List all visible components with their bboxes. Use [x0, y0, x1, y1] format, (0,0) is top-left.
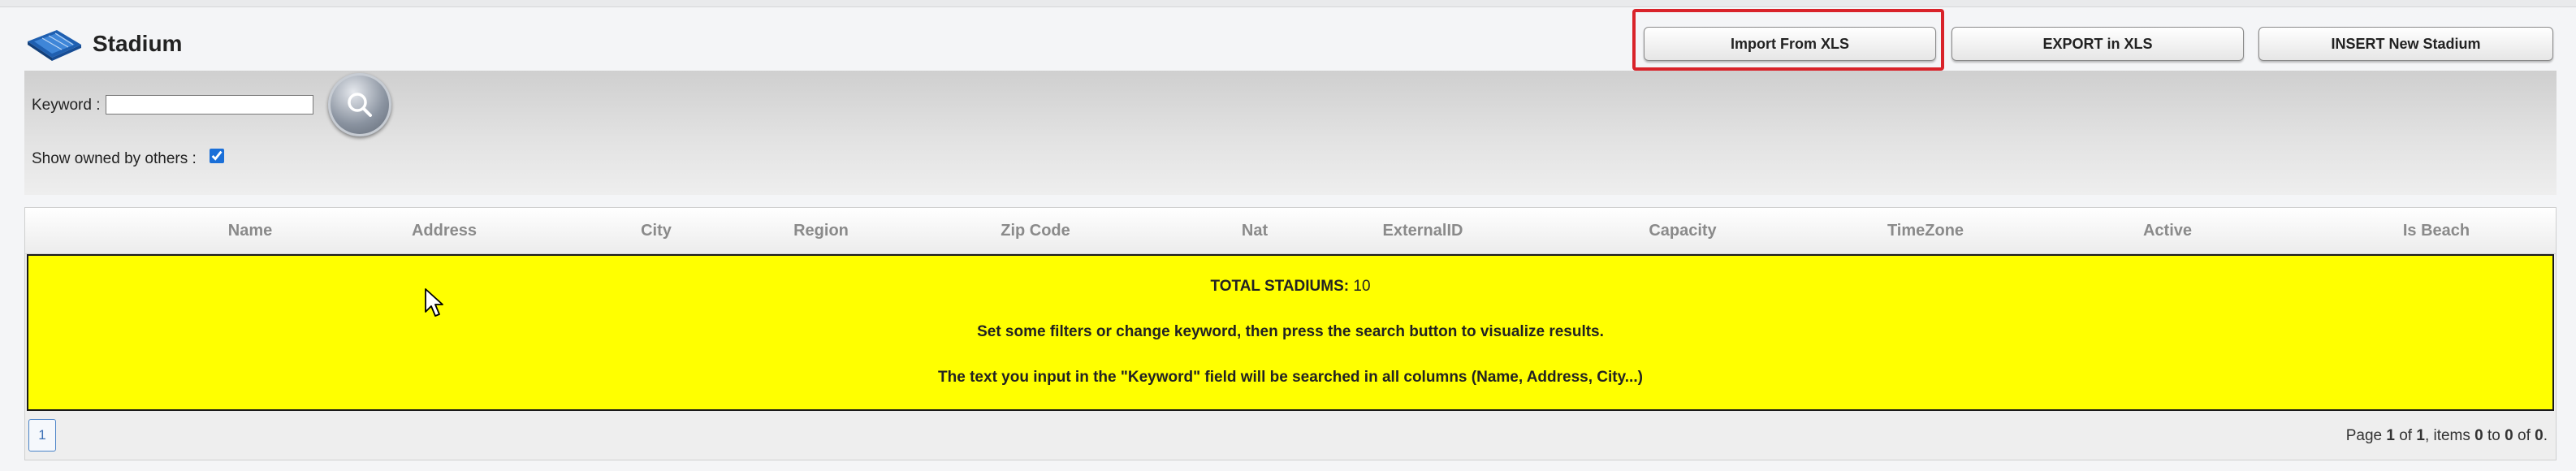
- pagination-of: of: [2394, 427, 2417, 444]
- total-stadiums-label: TOTAL STADIUMS:: [1210, 278, 1350, 295]
- mouse-cursor-icon: [425, 288, 443, 317]
- search-icon: [348, 93, 372, 117]
- notice-instruction: Set some filters or change keyword, then…: [977, 323, 1604, 340]
- column-header-address[interactable]: Address: [412, 222, 477, 240]
- insert-new-stadium-button[interactable]: INSERT New Stadium: [2258, 27, 2553, 61]
- keyword-label: Keyword :: [32, 97, 101, 114]
- column-header-timezone[interactable]: TimeZone: [1887, 222, 1964, 240]
- column-header-capacity[interactable]: Capacity: [1649, 222, 1716, 240]
- pagination-info: Page 1 of 1, items 0 to 0 of 0.: [2346, 427, 2548, 445]
- page-title: Stadium: [93, 31, 183, 56]
- export-in-xls-button[interactable]: EXPORT in XLS: [1951, 27, 2244, 61]
- pagination-to: 0: [2505, 427, 2513, 444]
- page-header: Stadium: [24, 24, 182, 63]
- results-notice: TOTAL STADIUMS: 10 Set some filters or c…: [27, 254, 2554, 411]
- filter-panel: Keyword : Show owned by others :: [24, 71, 2557, 195]
- column-header-is-beach[interactable]: Is Beach: [2403, 222, 2470, 240]
- pagination-of-items: of: [2513, 427, 2535, 444]
- pagination-suffix: .: [2543, 427, 2548, 444]
- column-header-name[interactable]: Name: [228, 222, 272, 240]
- show-owned-label: Show owned by others :: [32, 150, 197, 167]
- pagination-pages: 1: [2416, 427, 2425, 444]
- show-owned-checkbox[interactable]: [210, 149, 224, 163]
- column-header-region[interactable]: Region: [793, 222, 849, 240]
- column-header-nat[interactable]: Nat: [1242, 222, 1268, 240]
- import-from-xls-button[interactable]: Import From XLS: [1644, 27, 1936, 61]
- pagination-prefix: Page: [2345, 427, 2387, 444]
- column-header-active[interactable]: Active: [2143, 222, 2192, 240]
- pagination-total: 0: [2535, 427, 2544, 444]
- pagination-page: 1: [2386, 427, 2395, 444]
- page-1-button[interactable]: 1: [28, 419, 56, 452]
- search-button[interactable]: [328, 73, 391, 136]
- pagination-from: 0: [2474, 427, 2483, 444]
- keyword-input[interactable]: [106, 95, 313, 115]
- total-stadiums: TOTAL STADIUMS: 10: [28, 278, 2552, 296]
- column-header-city[interactable]: City: [641, 222, 672, 240]
- total-stadiums-value: 10: [1353, 278, 1371, 295]
- results-table: Name Address City Region Zip Code Nat Ex…: [24, 207, 2557, 460]
- table-header: Name Address City Region Zip Code Nat Ex…: [25, 208, 2556, 254]
- notice-keyword-hint: The text you input in the "Keyword" fiel…: [938, 369, 1643, 386]
- stadium-icon: [28, 30, 81, 61]
- column-header-external-id[interactable]: ExternalID: [1383, 222, 1463, 240]
- column-header-zip-code[interactable]: Zip Code: [1001, 222, 1070, 240]
- pagination-to-text: to: [2483, 427, 2505, 444]
- pagination-items: , items: [2424, 427, 2475, 444]
- top-border: [0, 0, 2576, 7]
